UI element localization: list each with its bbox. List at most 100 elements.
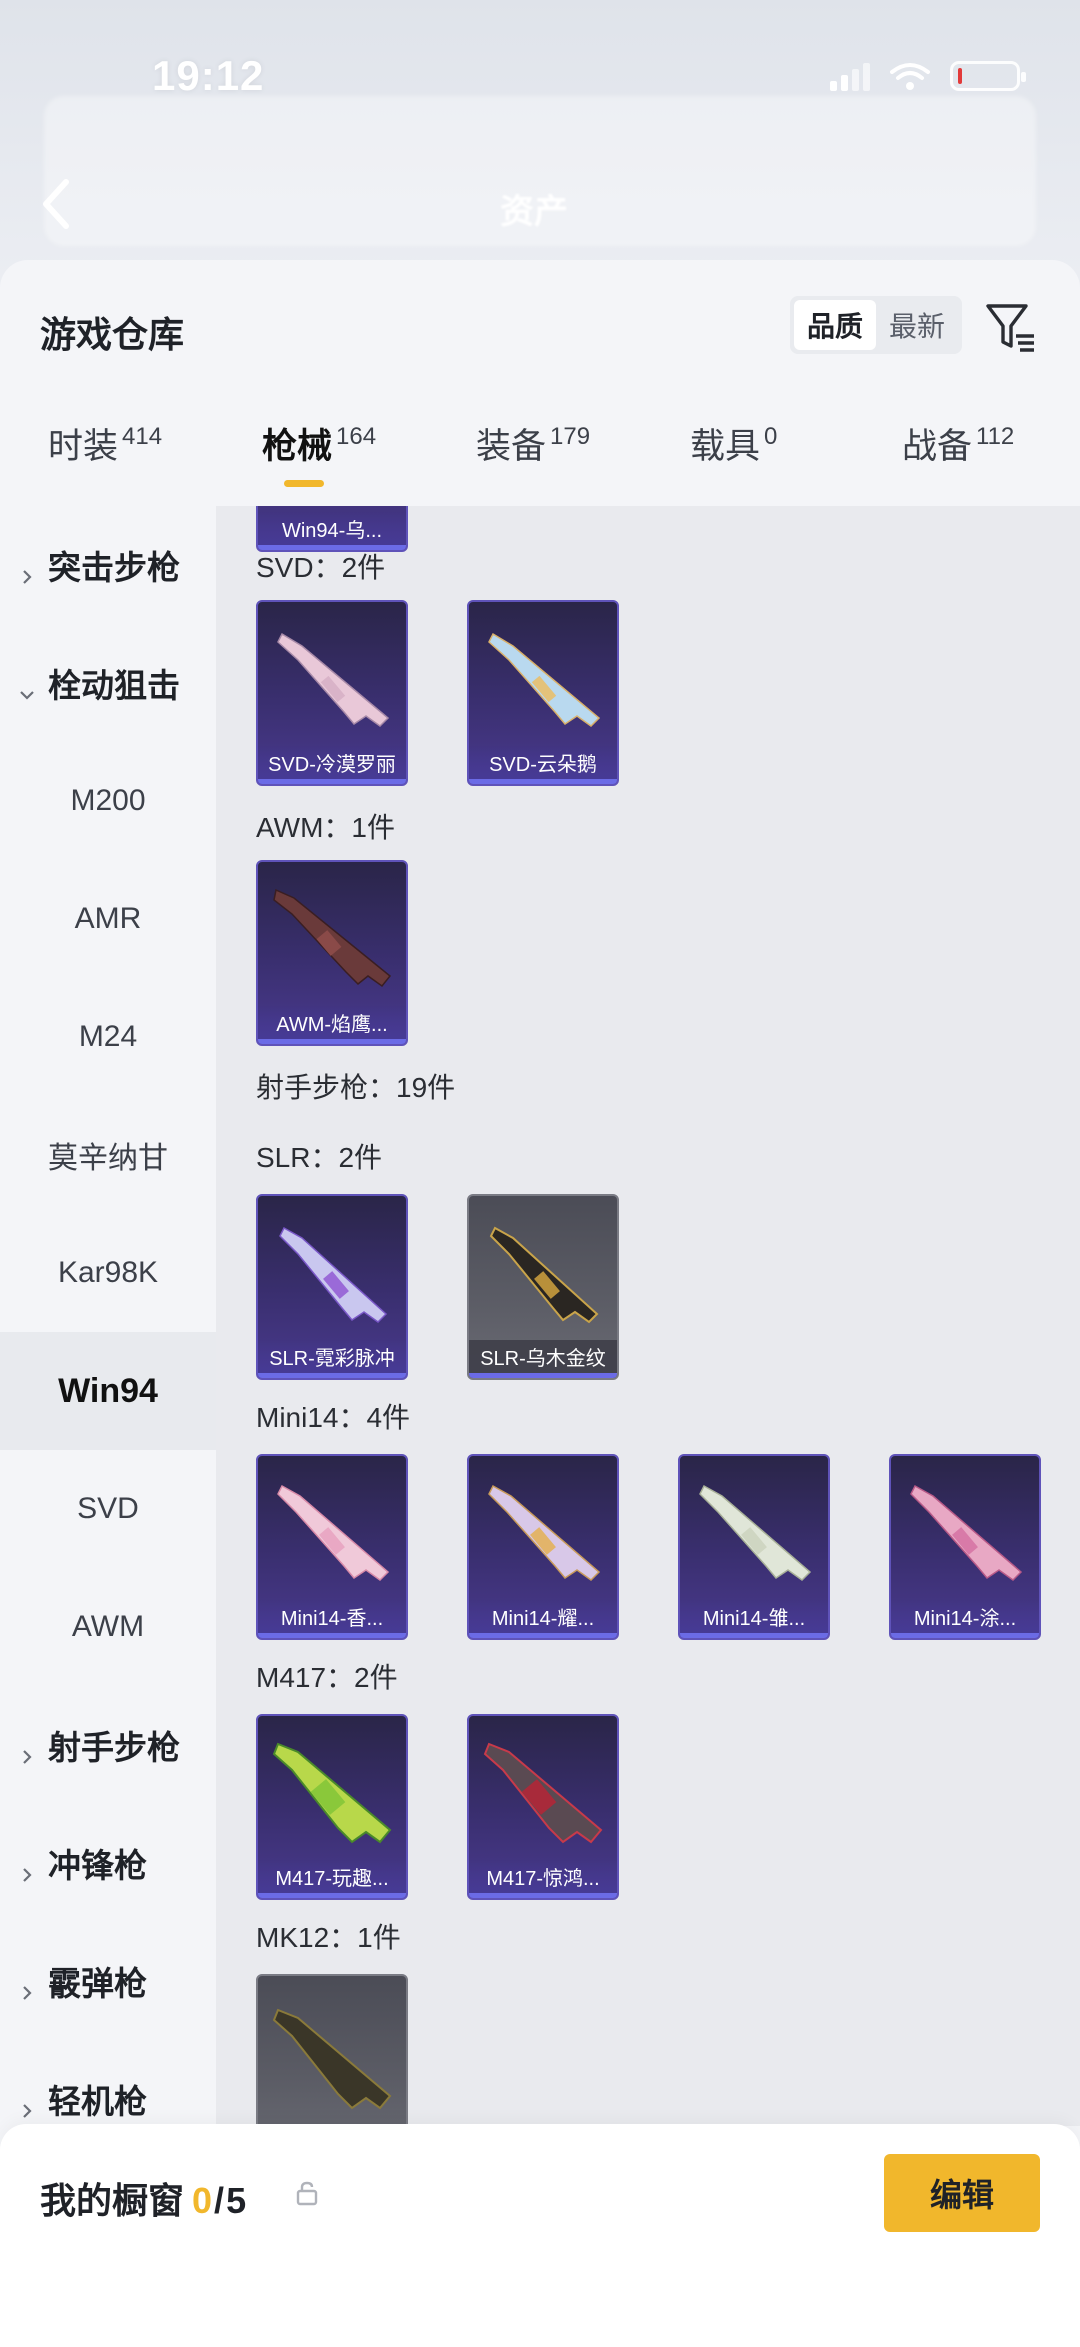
- signal-icon: [830, 61, 870, 91]
- weapon-card-slr-1[interactable]: SLR-霓彩脉冲: [256, 1194, 408, 1380]
- weapon-card-caption: SLR-乌木金纹: [469, 1340, 617, 1378]
- tab-vehicles[interactable]: 载具 0: [690, 418, 777, 504]
- section-label-slr: SLR：2件: [256, 1142, 383, 1173]
- weapon-card-m417-2[interactable]: M417-惊鸿...: [467, 1714, 619, 1900]
- tab-count: 112: [976, 423, 1015, 450]
- rifle-image: [277, 1484, 390, 1581]
- tab-count: 414: [122, 423, 163, 450]
- status-icons: [830, 60, 1026, 92]
- tab-label: 载具: [690, 427, 761, 466]
- sidebar-item-smgs[interactable]: 冲锋枪: [0, 1804, 216, 1922]
- sidebar-item-assault-rifles[interactable]: 突击步枪: [0, 506, 216, 624]
- sidebar-item-kar98k[interactable]: Kar98K: [0, 1214, 216, 1332]
- tab-label: 装备: [476, 427, 547, 466]
- chevron-down-icon: [18, 674, 36, 700]
- weapon-card-caption: Mini14-耀...: [469, 1600, 617, 1638]
- weapon-card-mk12[interactable]: [256, 1974, 408, 2126]
- rifle-image: [279, 1226, 388, 1323]
- weapon-card-mini14-2[interactable]: Mini14-耀...: [467, 1454, 619, 1640]
- weapon-card-awm[interactable]: AWM-焰鹰...: [256, 860, 408, 1046]
- chevron-right-icon: [18, 1736, 36, 1764]
- tab-count: 179: [550, 423, 591, 450]
- weapon-card-slr-2[interactable]: SLR-乌木金纹: [467, 1194, 619, 1380]
- sort-newest-option[interactable]: 最新: [876, 300, 958, 350]
- weapon-card-mini14-1[interactable]: Mini14-香...: [256, 1454, 408, 1640]
- sidebar-item-label: 冲锋枪: [48, 1847, 147, 1884]
- weapon-card-caption: Mini14-雏...: [680, 1600, 828, 1638]
- tab-label: 枪械: [262, 427, 333, 466]
- tab-label: 时装: [48, 427, 119, 466]
- weapon-card-caption: M417-玩趣...: [258, 1860, 406, 1898]
- weapon-card-mini14-3[interactable]: Mini14-雏...: [678, 1454, 830, 1640]
- weapon-card-svd-1[interactable]: SVD-冷漠罗丽: [256, 600, 408, 786]
- sidebar-item-m200[interactable]: M200: [0, 742, 216, 860]
- tab-gear[interactable]: 战备 112: [902, 418, 1014, 504]
- chevron-right-icon: [18, 1854, 36, 1882]
- weapon-card-m417-1[interactable]: M417-玩趣...: [256, 1714, 408, 1900]
- section-label-m417: M417：2件: [256, 1662, 398, 1693]
- rifle-image: [273, 888, 392, 988]
- sidebar-item-win94[interactable]: Win94: [0, 1332, 216, 1450]
- rifle-image: [272, 2008, 392, 2110]
- sidebar-item-mosin[interactable]: 莫辛纳甘: [0, 1096, 216, 1214]
- tab-guns[interactable]: 枪械 164: [262, 418, 376, 504]
- weapon-card-caption: SLR-霓彩脉冲: [258, 1340, 406, 1378]
- tab-equipment[interactable]: 装备 179: [476, 418, 590, 504]
- weapon-card-caption: Win94-乌...: [258, 512, 406, 550]
- chevron-right-icon: [18, 1972, 36, 2000]
- sidebar-item-label: 霰弹枪: [48, 1965, 147, 2002]
- showcase-separator: /: [214, 2180, 225, 2221]
- weapon-card-caption: SVD-云朵鹅: [469, 746, 617, 784]
- sidebar-item-amr[interactable]: AMR: [0, 860, 216, 978]
- background-header: 19:12 资产: [0, 0, 1080, 300]
- weapon-card-caption: AWM-焰鹰...: [258, 1006, 406, 1044]
- rifle-image: [489, 1226, 599, 1324]
- weapon-category-sidebar: 突击步枪 栓动狙击 M200 AMR M24 莫辛纳甘 Kar98K Win94…: [0, 506, 216, 2126]
- section-label-awm: AWM：1件: [256, 812, 395, 843]
- sidebar-item-m24[interactable]: M24: [0, 978, 216, 1096]
- showcase-max-count: 5: [226, 2180, 247, 2221]
- tab-label: 战备: [902, 427, 973, 466]
- showcase-label: 我的橱窗: [40, 2180, 185, 2221]
- sidebar-item-label: 射手步枪: [48, 1729, 180, 1766]
- rifle-image: [272, 1742, 392, 1844]
- warehouse-sheet: 游戏仓库 品质 最新 时装 414 枪械 164 装备 179 载具 0 战备 112 突…: [0, 260, 1080, 2347]
- tab-count: 164: [336, 423, 377, 450]
- sidebar-item-shotguns[interactable]: 霰弹枪: [0, 1922, 216, 2040]
- weapon-card-svd-2[interactable]: SVD-云朵鹅: [467, 600, 619, 786]
- sidebar-item-label: 栓动狙击: [48, 667, 180, 704]
- weapon-card-caption: Mini14-香...: [258, 1600, 406, 1638]
- filter-icon[interactable]: [984, 300, 1038, 354]
- sidebar-item-marksman-rifles[interactable]: 射手步枪: [0, 1686, 216, 1804]
- showcase-title: 我的橱窗 0 / 5: [40, 2172, 246, 2224]
- tab-fashion[interactable]: 时装 414: [48, 418, 162, 504]
- sort-toggle: 品质 最新: [790, 296, 962, 354]
- rifle-image: [277, 632, 390, 727]
- weapon-card-caption: SVD-冷漠罗丽: [258, 746, 406, 784]
- chevron-right-icon: [18, 2090, 36, 2118]
- weapon-card-caption: M417-惊鸿...: [469, 1860, 617, 1898]
- back-arrow-icon[interactable]: [36, 176, 76, 232]
- weapon-card-mini14-4[interactable]: Mini14-涂...: [889, 1454, 1041, 1640]
- section-label-mk12: MK12：1件: [256, 1922, 401, 1953]
- rifle-image: [488, 632, 601, 727]
- sidebar-item-bolt-snipers[interactable]: 栓动狙击: [0, 624, 216, 742]
- sheet-title: 游戏仓库: [40, 314, 185, 355]
- section-label-marksman: 射手步枪：19件: [256, 1072, 456, 1103]
- chevron-right-icon: [18, 556, 36, 584]
- sidebar-item-svd[interactable]: SVD: [0, 1450, 216, 1568]
- sort-quality-option[interactable]: 品质: [794, 300, 876, 350]
- showcase-bar: 我的橱窗 0 / 5 编辑: [0, 2124, 1080, 2347]
- battery-icon: [950, 61, 1026, 91]
- wifi-icon: [888, 60, 932, 92]
- rifle-image: [910, 1484, 1023, 1581]
- sidebar-item-label: 突击步枪: [48, 549, 180, 586]
- active-tab-indicator: [284, 480, 324, 487]
- category-tabs: 时装 414 枪械 164 装备 179 载具 0 战备 112: [0, 418, 1080, 504]
- status-time: 19:12: [152, 52, 265, 99]
- edit-button[interactable]: 编辑: [884, 2154, 1040, 2232]
- tab-count: 0: [764, 423, 778, 450]
- sidebar-item-awm[interactable]: AWM: [0, 1568, 216, 1686]
- rifle-image: [483, 1742, 603, 1844]
- rifle-image: [699, 1484, 812, 1581]
